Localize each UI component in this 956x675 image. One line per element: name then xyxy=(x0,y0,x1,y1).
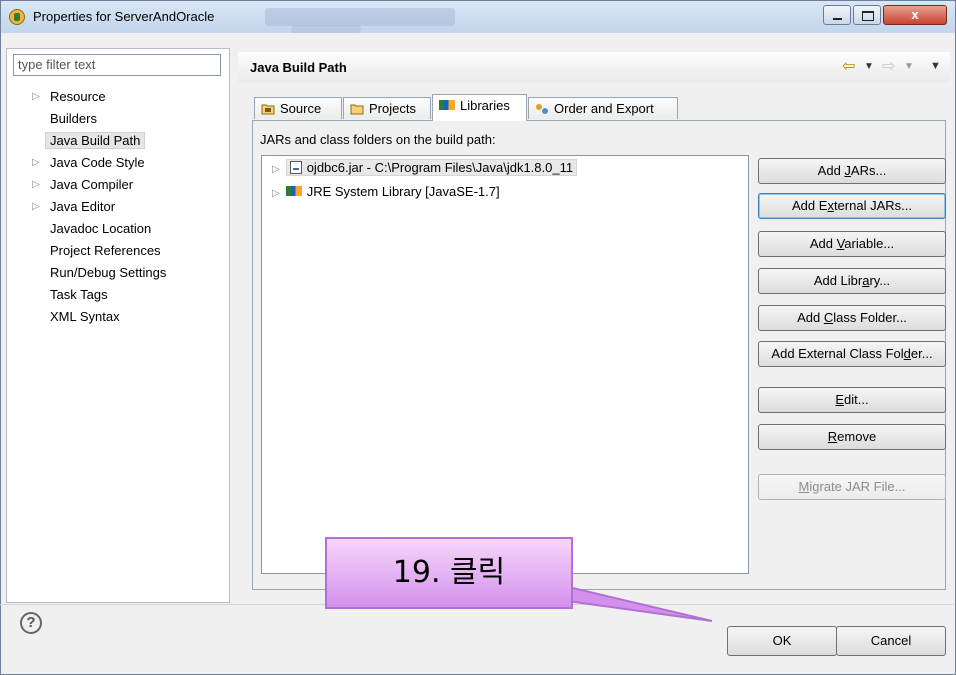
expand-arrow-icon[interactable]: ▷ xyxy=(32,86,40,108)
sidebar-item-javadoc-location[interactable]: Javadoc Location xyxy=(22,218,166,240)
add-external-jars-button[interactable]: Add External JARs... xyxy=(758,193,946,219)
sidebar-item-java-compiler[interactable]: ▷ Java Compiler xyxy=(22,174,166,196)
order-export-icon xyxy=(536,104,548,114)
sidebar-item-task-tags[interactable]: Task Tags xyxy=(22,284,166,306)
back-arrow-icon[interactable]: ⇦ xyxy=(842,56,855,76)
minimize-button[interactable] xyxy=(823,5,851,25)
sidebar-item-builders[interactable]: Builders xyxy=(22,108,166,130)
back-dropdown-icon[interactable]: ▼ xyxy=(864,61,874,72)
annotation-callout: 19. 클릭 xyxy=(325,537,573,609)
library-icon xyxy=(285,186,302,196)
title-bar[interactable]: Properties for ServerAndOracle x xyxy=(1,1,955,33)
expand-arrow-icon[interactable]: ▷ xyxy=(32,196,40,218)
ok-button[interactable]: OK xyxy=(727,626,837,656)
forward-arrow-icon[interactable]: ⇨ xyxy=(882,56,895,76)
sidebar-item-xml-syntax[interactable]: XML Syntax xyxy=(22,306,166,328)
forward-dropdown-icon[interactable]: ▼ xyxy=(904,61,914,72)
window-title: Properties for ServerAndOracle xyxy=(33,9,215,24)
sidebar-item-run-debug-settings[interactable]: Run/Debug Settings xyxy=(22,262,166,284)
close-button[interactable]: x xyxy=(883,5,947,25)
background-window-tab-shadow xyxy=(291,25,361,33)
add-library-button[interactable]: Add Library... xyxy=(758,268,946,294)
property-tree: ▷ Resource Builders Java Build Path ▷ Java… xyxy=(22,86,166,328)
help-icon[interactable]: ? xyxy=(20,612,42,634)
list-item-ojdbc6[interactable]: ▷ ojdbc6.jar - C:\Program Files\Java\jdk1… xyxy=(272,158,578,178)
sidebar-item-project-references[interactable]: Project References xyxy=(22,240,166,262)
expand-arrow-icon[interactable]: ▷ xyxy=(32,174,40,196)
background-window-tab xyxy=(265,8,455,26)
page-title: Java Build Path xyxy=(250,60,347,75)
expand-arrow-icon[interactable]: ▷ xyxy=(272,188,280,199)
filter-input[interactable]: type filter text xyxy=(13,54,221,76)
list-item-jre-system-library[interactable]: ▷ JRE System Library [JavaSE-1.7] xyxy=(272,182,500,202)
add-class-folder-button[interactable]: Add Class Folder... xyxy=(758,305,946,331)
build-path-list[interactable] xyxy=(261,155,749,574)
cancel-button[interactable]: Cancel xyxy=(836,626,946,656)
view-menu-icon[interactable]: ▼ xyxy=(930,60,941,72)
add-variable-button[interactable]: Add Variable... xyxy=(758,231,946,257)
jar-icon xyxy=(289,161,302,174)
eclipse-app-icon xyxy=(9,9,25,25)
projects-icon xyxy=(350,104,364,115)
remove-button[interactable]: Remove xyxy=(758,424,946,450)
tab-projects[interactable]: Projects xyxy=(343,97,431,119)
sidebar-item-resource[interactable]: ▷ Resource xyxy=(22,86,166,108)
tab-order-and-export[interactable]: Order and Export xyxy=(528,97,678,119)
build-path-label: JARs and class folders on the build path… xyxy=(260,132,496,147)
sidebar-item-java-code-style[interactable]: ▷ Java Code Style xyxy=(22,152,166,174)
libraries-icon xyxy=(439,100,455,110)
edit-button[interactable]: Edit... xyxy=(758,387,946,413)
maximize-button[interactable] xyxy=(853,5,881,25)
source-icon xyxy=(261,104,275,115)
sidebar-item-java-editor[interactable]: ▷ Java Editor xyxy=(22,196,166,218)
tab-libraries[interactable]: Libraries xyxy=(432,94,527,121)
expand-arrow-icon[interactable]: ▷ xyxy=(32,152,40,174)
expand-arrow-icon[interactable]: ▷ xyxy=(272,164,280,175)
add-external-class-folder-button[interactable]: Add External Class Folder... xyxy=(758,341,946,367)
add-jars-button[interactable]: Add JARs... xyxy=(758,158,946,184)
tab-source[interactable]: Source xyxy=(254,97,342,119)
sidebar-item-java-build-path[interactable]: Java Build Path xyxy=(22,130,166,152)
migrate-jar-file-button[interactable]: Migrate JAR File... xyxy=(758,474,946,500)
